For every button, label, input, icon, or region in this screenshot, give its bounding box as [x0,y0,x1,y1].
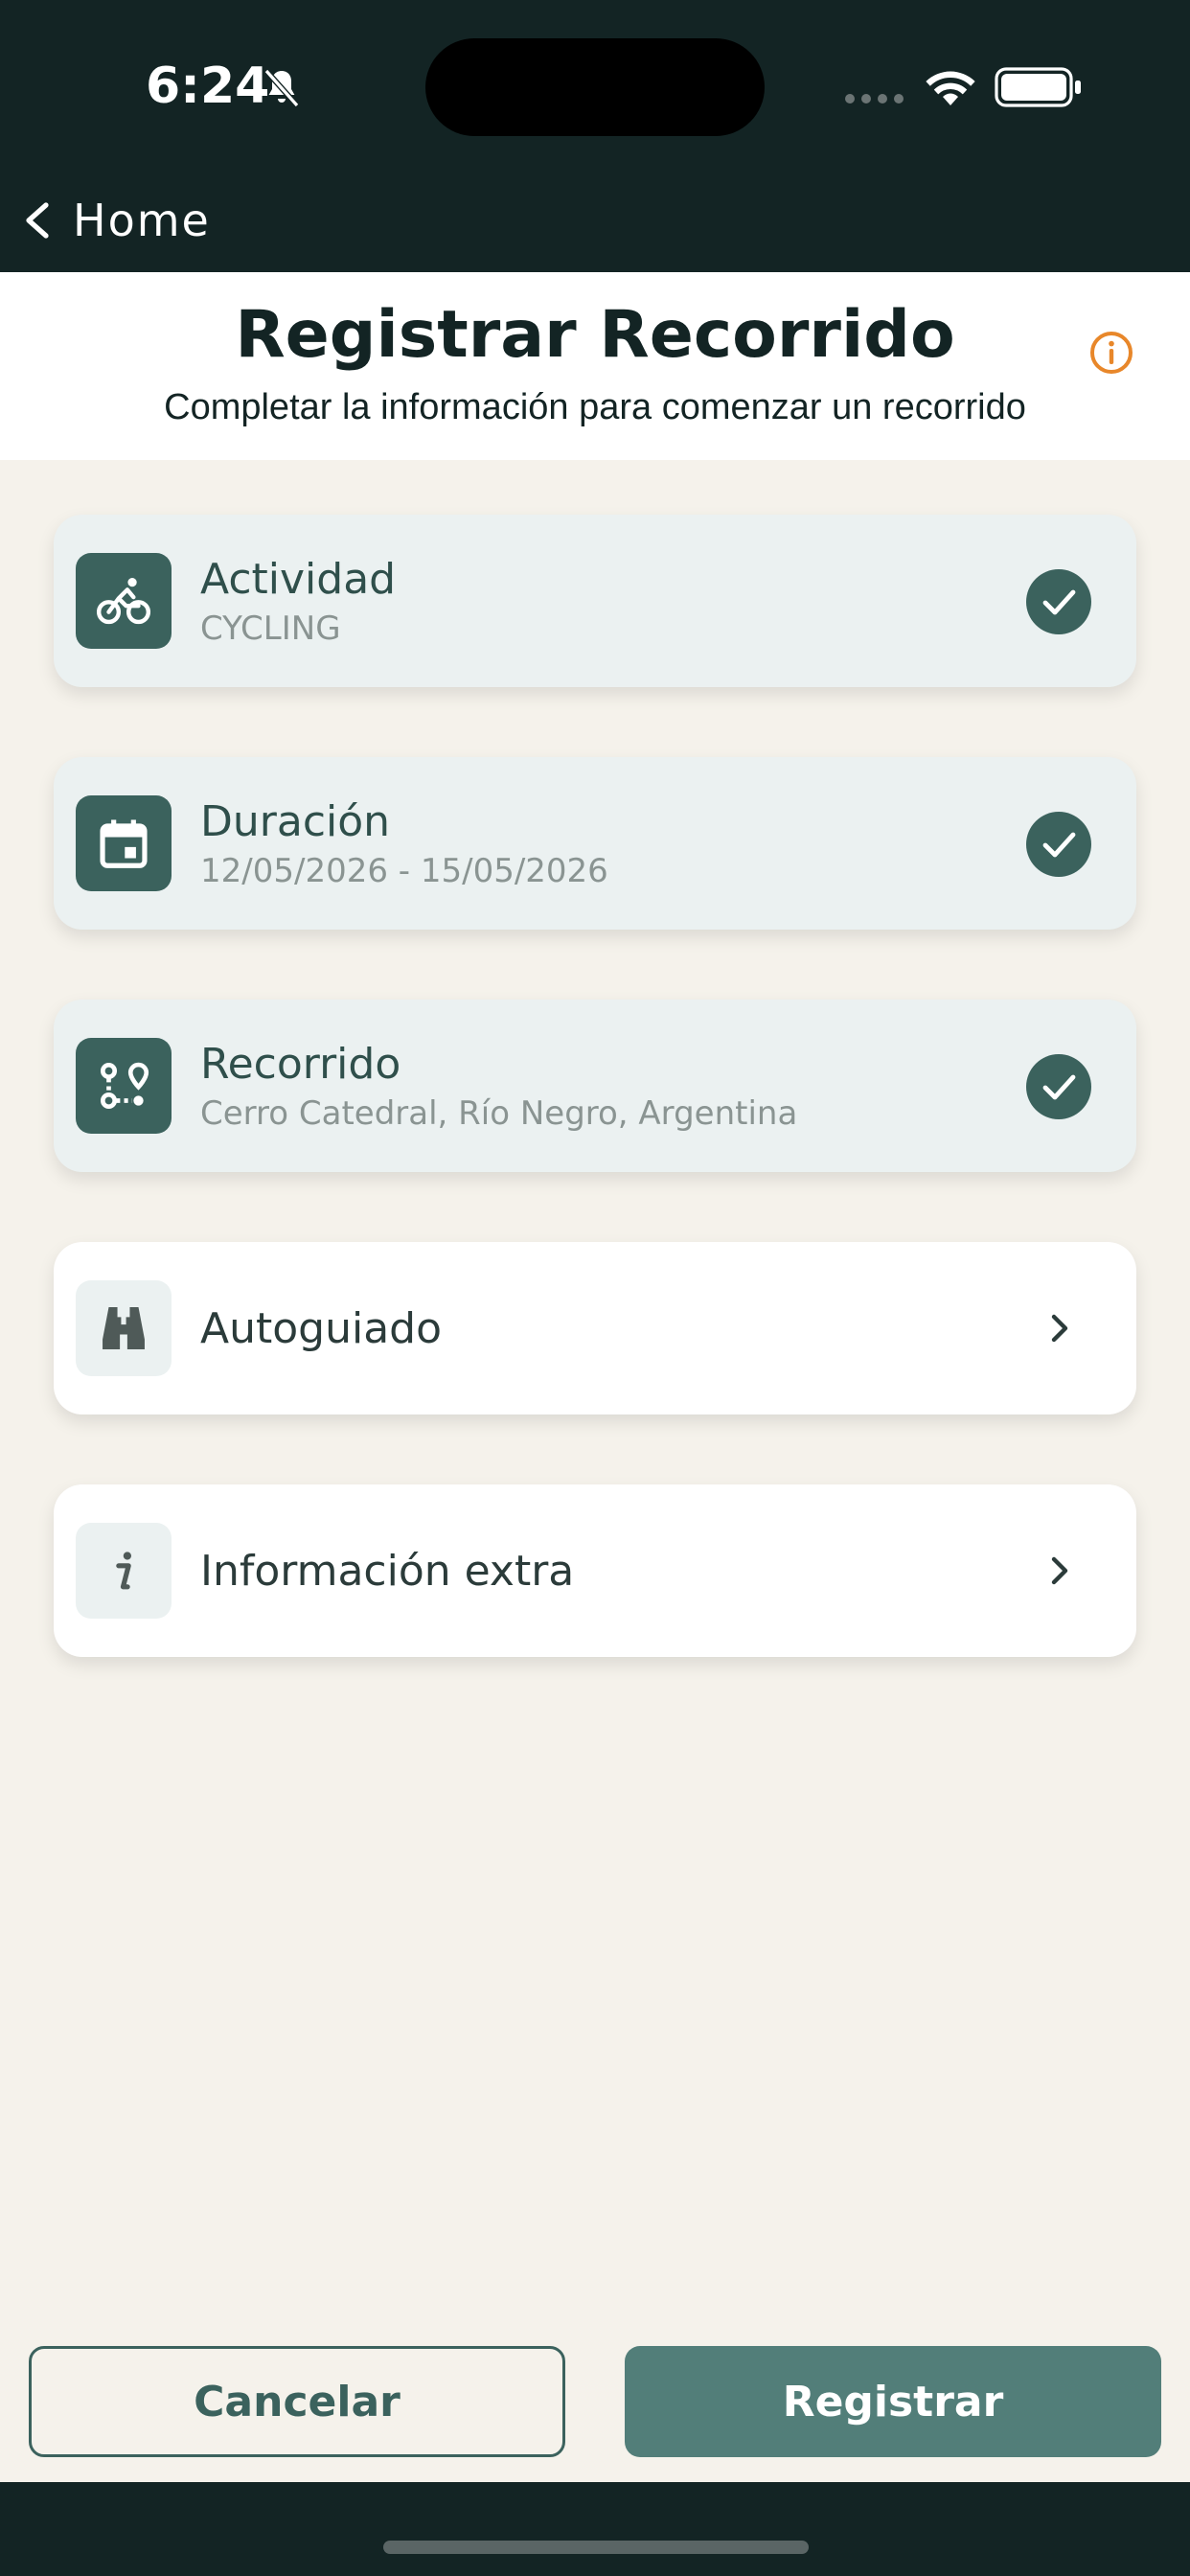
self-guided-icon-box [76,1280,172,1376]
chevron-left-icon [26,202,49,239]
page-subtitle: Completar la información para comenzar u… [164,387,1026,427]
activity-value: CYCLING [200,609,341,648]
bottom-safe-area [0,2482,1190,2576]
extra-info-title: Información extra [200,1546,575,1596]
signal-icon [845,94,904,104]
dynamic-island [425,38,765,136]
home-indicator[interactable] [383,2541,809,2554]
page-title: Registrar Recorrido [235,297,955,373]
route-title: Recorrido [200,1039,401,1089]
extra-info-card[interactable]: Información extra [54,1484,1136,1657]
route-icon [100,1062,149,1110]
register-button[interactable]: Registrar [625,2346,1161,2457]
duration-icon-box [76,795,172,891]
status-and-nav-bar: 6:24 Home [0,0,1190,272]
duration-title: Duración [200,796,391,846]
calendar-icon [100,819,148,868]
route-icon-box [76,1038,172,1134]
check-circle-icon [1026,1054,1091,1119]
chevron-right-icon [1051,1556,1068,1585]
battery-icon [995,67,1081,107]
wifi-icon [926,71,975,105]
status-time: 6:24 [146,58,270,115]
chevron-right-icon [1051,1314,1068,1343]
page-header: Registrar Recorrido Completar la informa… [0,272,1190,460]
route-card[interactable]: Recorrido Cerro Catedral, Río Negro, Arg… [54,1000,1136,1172]
self-guided-card[interactable]: Autoguiado [54,1242,1136,1414]
check-circle-icon [1026,569,1091,634]
duration-value: 12/05/2026 - 15/05/2026 [200,851,608,890]
binoculars-icon [103,1307,145,1349]
info-icon[interactable] [1088,330,1134,376]
activity-icon-box [76,553,172,649]
check-circle-icon [1026,812,1091,877]
activity-card[interactable]: Actividad CYCLING [54,515,1136,687]
route-value: Cerro Catedral, Río Negro, Argentina [200,1093,798,1133]
back-button[interactable]: Home [23,188,211,253]
cancel-button[interactable]: Cancelar [29,2346,565,2457]
activity-title: Actividad [200,554,397,604]
extra-info-icon-box [76,1523,172,1619]
duration-card[interactable]: Duración 12/05/2026 - 15/05/2026 [54,757,1136,930]
back-label: Home [73,195,211,246]
info-italic-icon [116,1552,132,1590]
self-guided-title: Autoguiado [200,1303,443,1353]
bicycle-icon [96,577,151,625]
bell-muted-icon [263,69,300,107]
